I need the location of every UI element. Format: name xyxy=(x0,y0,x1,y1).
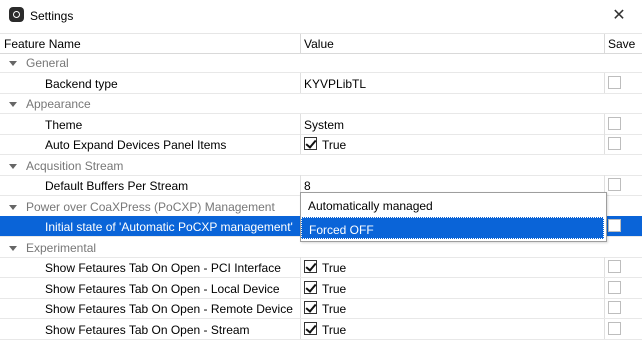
close-icon[interactable]: ✕ xyxy=(604,4,634,28)
cell-divider xyxy=(604,319,605,340)
cell-divider xyxy=(604,114,605,135)
save-checkbox[interactable] xyxy=(608,322,621,335)
dropdown-option-automatically-managed[interactable]: Automatically managed xyxy=(301,194,604,216)
feature-name: Show Fetaures Tab On Open - PCI Interfac… xyxy=(45,261,281,275)
feature-name: Show Fetaures Tab On Open - Stream xyxy=(45,323,250,337)
save-checkbox[interactable] xyxy=(608,260,621,273)
column-divider[interactable] xyxy=(604,34,605,53)
chevron-down-icon[interactable] xyxy=(9,61,17,66)
value-field[interactable]: System xyxy=(304,118,344,132)
cell-divider xyxy=(300,298,301,319)
feature-name: Backend type xyxy=(45,77,118,91)
group-row[interactable]: Appearance xyxy=(0,93,642,114)
value-field[interactable]: KYVPLibTL xyxy=(304,77,366,91)
cell-divider xyxy=(300,278,301,299)
feature-name: Show Fetaures Tab On Open - Local Device xyxy=(45,282,280,296)
cell-divider xyxy=(604,134,605,155)
group-label: Acqusition Stream xyxy=(26,159,124,173)
cell-divider xyxy=(604,257,605,278)
column-header-feature-name[interactable]: Feature Name xyxy=(4,37,81,51)
cell-divider xyxy=(300,114,301,135)
column-header-save[interactable]: Save xyxy=(608,37,635,51)
setting-row[interactable]: Backend type KYVPLibTL xyxy=(0,73,642,94)
setting-row[interactable]: Show Fetaures Tab On Open - Local Device… xyxy=(0,278,642,299)
save-checkbox[interactable] xyxy=(608,117,621,130)
cell-divider xyxy=(300,319,301,340)
cell-divider xyxy=(300,134,301,155)
chevron-down-icon[interactable] xyxy=(9,164,17,169)
feature-name: Auto Expand Devices Panel Items xyxy=(45,138,227,152)
save-checkbox[interactable] xyxy=(608,137,621,150)
column-divider[interactable] xyxy=(300,34,301,53)
group-label: Experimental xyxy=(26,241,97,255)
setting-row[interactable]: Show Fetaures Tab On Open - Stream True xyxy=(0,319,642,340)
chevron-down-icon[interactable] xyxy=(9,246,17,251)
app-icon xyxy=(9,7,24,22)
feature-name: Initial state of 'Automatic PoCXP manage… xyxy=(45,220,293,234)
chevron-down-icon[interactable] xyxy=(9,102,17,107)
group-label: Appearance xyxy=(26,97,91,111)
chevron-down-icon[interactable] xyxy=(9,205,17,210)
save-checkbox[interactable] xyxy=(608,76,621,89)
value-text: True xyxy=(322,323,347,337)
value-field[interactable]: 8 xyxy=(304,179,311,193)
save-checkbox[interactable] xyxy=(608,219,621,232)
setting-row[interactable]: Theme System xyxy=(0,114,642,135)
save-checkbox[interactable] xyxy=(608,281,621,294)
feature-name: Default Buffers Per Stream xyxy=(45,179,189,193)
value-checkbox[interactable] xyxy=(304,260,317,273)
group-label: General xyxy=(26,56,69,70)
value-dropdown-list[interactable]: Automatically managed Forced OFF xyxy=(300,192,607,242)
value-checkbox[interactable] xyxy=(304,322,317,335)
dropdown-option-forced-off[interactable]: Forced OFF xyxy=(301,217,604,239)
value-text: True xyxy=(322,282,347,296)
row-divider xyxy=(0,339,642,340)
cell-divider xyxy=(604,298,605,319)
setting-row[interactable]: Show Fetaures Tab On Open - PCI Interfac… xyxy=(0,257,642,278)
save-checkbox[interactable] xyxy=(608,178,621,191)
setting-row[interactable]: Auto Expand Devices Panel Items True xyxy=(0,134,642,155)
table-header: Feature Name Value Save xyxy=(0,33,642,54)
value-text: True xyxy=(322,138,347,152)
cell-divider xyxy=(300,257,301,278)
cell-divider xyxy=(604,278,605,299)
save-checkbox[interactable] xyxy=(608,301,621,314)
cell-divider xyxy=(300,73,301,94)
setting-row[interactable]: Show Fetaures Tab On Open - Remote Devic… xyxy=(0,298,642,319)
group-row[interactable]: General xyxy=(0,52,642,73)
cell-divider xyxy=(604,73,605,94)
title-bar: Settings ✕ xyxy=(0,0,642,32)
group-row[interactable]: Acqusition Stream xyxy=(0,155,642,176)
group-label: Power over CoaXPress (PoCXP) Management xyxy=(26,200,275,214)
feature-name: Theme xyxy=(45,118,83,132)
value-checkbox[interactable] xyxy=(304,301,317,314)
column-header-value[interactable]: Value xyxy=(304,37,334,51)
value-text: True xyxy=(322,302,347,316)
value-text: True xyxy=(322,261,347,275)
value-checkbox[interactable] xyxy=(304,137,317,150)
feature-name: Show Fetaures Tab On Open - Remote Devic… xyxy=(45,302,293,316)
value-checkbox[interactable] xyxy=(304,281,317,294)
window-title: Settings xyxy=(30,9,74,23)
